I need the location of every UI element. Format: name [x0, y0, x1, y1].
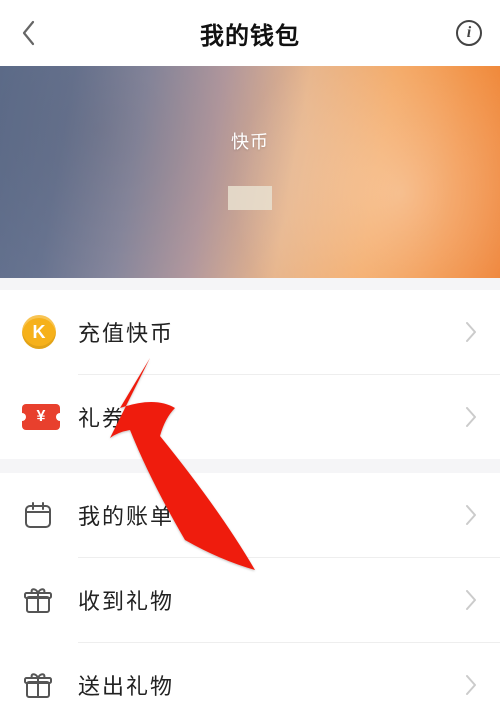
row-bill[interactable]: 我的账单 — [0, 473, 500, 557]
balance-censored — [228, 186, 272, 210]
section-gap — [0, 459, 500, 473]
row-label: 收到礼物 — [78, 584, 464, 616]
coin-icon: K — [22, 315, 56, 349]
chevron-right-icon — [464, 673, 478, 697]
ticket-icon: ¥ — [22, 404, 60, 430]
row-gifts-received[interactable]: 收到礼物 — [0, 558, 500, 642]
row-recharge[interactable]: K 充值快币 — [0, 290, 500, 374]
gift-icon — [22, 669, 54, 701]
menu-list: K 充值快币 ¥ 礼券 我的账单 — [0, 290, 500, 711]
row-label: 送出礼物 — [78, 669, 464, 701]
balance-banner: 快币 — [0, 66, 500, 278]
page-title: 我的钱包 — [200, 16, 300, 51]
row-label: 充值快币 — [78, 316, 464, 348]
info-button[interactable]: i — [456, 20, 482, 46]
gift-icon — [22, 584, 54, 616]
section-gap — [0, 278, 500, 290]
row-gifts-sent[interactable]: 送出礼物 — [0, 643, 500, 711]
chevron-right-icon — [464, 588, 478, 612]
currency-label: 快币 — [231, 128, 269, 154]
chevron-right-icon — [464, 405, 478, 429]
info-icon: i — [467, 25, 471, 41]
chevron-right-icon — [464, 503, 478, 527]
row-coupon[interactable]: ¥ 礼券 — [0, 375, 500, 459]
back-button[interactable] — [14, 18, 44, 48]
row-label: 礼券 — [78, 401, 464, 433]
calendar-icon — [22, 499, 54, 531]
header-bar: 我的钱包 i — [0, 0, 500, 66]
chevron-left-icon — [21, 20, 37, 46]
chevron-right-icon — [464, 320, 478, 344]
row-label: 我的账单 — [78, 499, 464, 531]
